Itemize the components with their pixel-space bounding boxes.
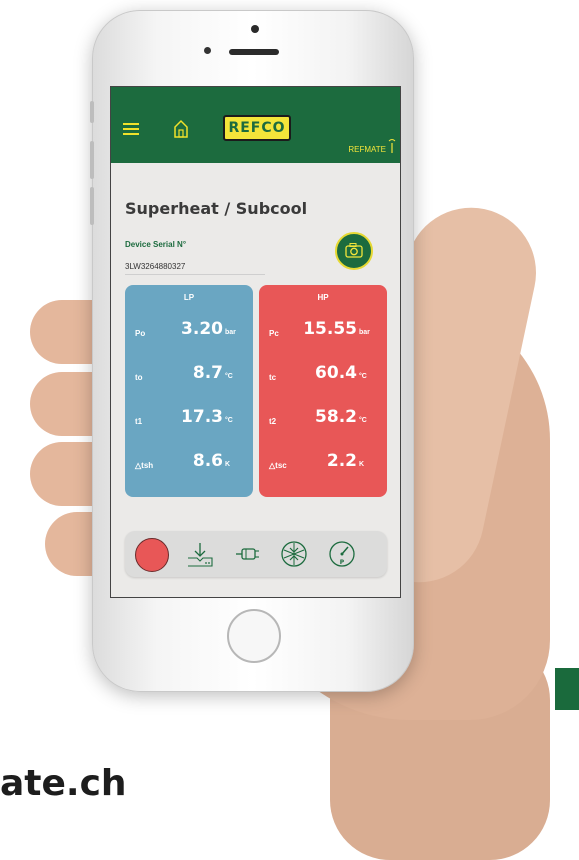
camera-icon — [345, 243, 363, 258]
low-pressure-panel: LP Po 3.20 bar to 8.7 °C t1 17.3 °C △tsh… — [125, 285, 253, 497]
antenna-icon — [388, 139, 396, 153]
pressure-gauge-icon[interactable]: P — [327, 539, 357, 569]
reading-value: 2.2 — [326, 451, 357, 471]
front-camera-icon — [251, 25, 259, 33]
app-header: REFCO REFMATE — [111, 87, 400, 163]
volume-up-button — [90, 141, 94, 179]
website-text: ate.ch — [0, 763, 127, 804]
reading-label: t1 — [135, 417, 143, 426]
reading-unit: K — [359, 461, 365, 468]
reading-label: to — [135, 373, 143, 382]
reading-unit: °C — [359, 417, 367, 424]
reading-value: 15.55 — [303, 319, 357, 339]
vacuum-icon[interactable] — [279, 539, 309, 569]
home-button[interactable] — [227, 609, 281, 663]
device-serial-value: 3LW3264880327 — [125, 262, 186, 271]
reading-value: 58.2 — [315, 407, 357, 427]
download-icon[interactable] — [185, 539, 215, 569]
camera-button[interactable] — [335, 232, 373, 270]
page-title: Superheat / Subcool — [125, 199, 308, 218]
reading-label: △tsc — [269, 461, 287, 470]
reading-row: tc 60.4 °C — [259, 363, 387, 393]
reading-row: t2 58.2 °C — [259, 407, 387, 437]
svg-text:P: P — [340, 559, 345, 566]
reading-row: △tsc 2.2 K — [259, 451, 387, 481]
panel-header-hp: HP — [317, 293, 329, 302]
reading-row: Po 3.20 bar — [125, 319, 253, 349]
reading-value: 17.3 — [181, 407, 223, 427]
reading-value: 8.6 — [192, 451, 223, 471]
reading-value: 8.7 — [192, 363, 223, 383]
reading-unit: °C — [225, 417, 233, 424]
volume-down-button — [90, 187, 94, 225]
serial-underline — [125, 274, 265, 275]
reading-unit: °C — [225, 373, 233, 380]
reading-label: Pc — [269, 329, 279, 338]
reading-unit: K — [225, 461, 231, 468]
reading-unit: °C — [359, 373, 367, 380]
reading-label: △tsh — [135, 461, 154, 470]
record-button[interactable] — [135, 538, 169, 572]
earpiece-speaker — [229, 49, 279, 55]
reading-unit: bar — [225, 329, 236, 336]
panel-header-lp: LP — [183, 293, 195, 302]
high-pressure-panel: HP Pc 15.55 bar tc 60.4 °C t2 58.2 °C △t… — [259, 285, 387, 497]
reading-row: t1 17.3 °C — [125, 407, 253, 437]
reading-value: 3.20 — [181, 319, 223, 339]
bottom-toolbar: P — [125, 531, 387, 577]
app-name-label: REFMATE — [348, 145, 386, 154]
reading-unit: bar — [359, 329, 370, 336]
reading-row: △tsh 8.6 K — [125, 451, 253, 481]
reading-row: to 8.7 °C — [125, 363, 253, 393]
reading-value: 60.4 — [315, 363, 357, 383]
device-serial-label: Device Serial N° — [125, 240, 187, 249]
app-screen: REFCO REFMATE Superheat / Subcool Device… — [110, 86, 401, 598]
mute-switch — [90, 101, 94, 123]
reading-label: t2 — [269, 417, 277, 426]
hamburger-menu-icon[interactable] — [123, 123, 139, 137]
sensor-icon[interactable] — [233, 539, 263, 569]
sensor-dot — [204, 47, 211, 54]
refco-logo: REFCO — [223, 115, 291, 141]
reading-label: tc — [269, 373, 277, 382]
brand-green-bar — [555, 668, 579, 710]
reading-label: Po — [135, 329, 146, 338]
home-icon[interactable] — [173, 117, 189, 139]
reading-row: Pc 15.55 bar — [259, 319, 387, 349]
